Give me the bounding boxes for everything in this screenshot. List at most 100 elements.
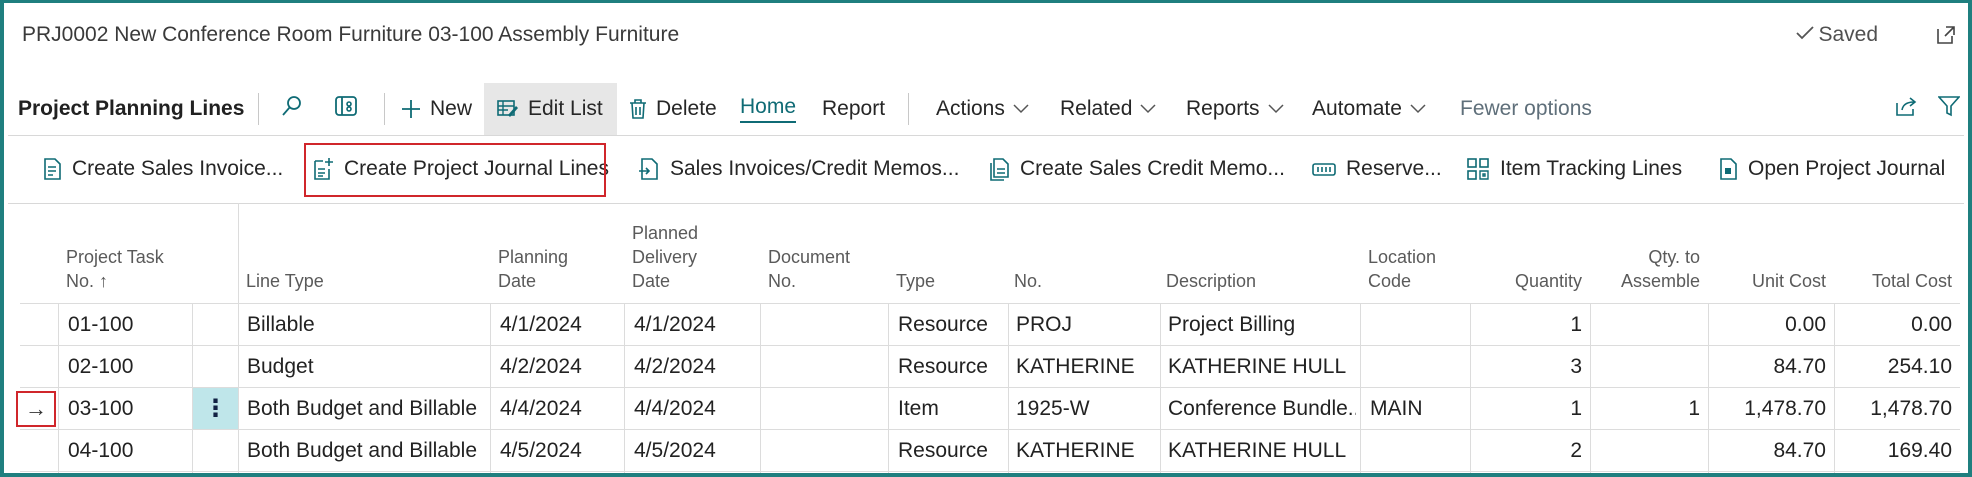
header-type[interactable]: Type: [896, 269, 935, 293]
cell-delivery-date[interactable]: 4/4/2024: [634, 389, 754, 429]
fewer-options-button[interactable]: Fewer options: [1460, 87, 1592, 131]
row-menu-button[interactable]: ⋮: [193, 388, 238, 429]
cell-type[interactable]: Resource: [898, 347, 1004, 387]
cell-quantity[interactable]: 1: [1472, 389, 1582, 429]
cell-task[interactable]: 03-100: [68, 389, 188, 429]
header-location-code[interactable]: Location Code: [1368, 245, 1436, 293]
cell-unit-cost[interactable]: 84.70: [1710, 347, 1826, 387]
cell-no[interactable]: 1925-W: [1016, 389, 1156, 429]
cell-line-type[interactable]: Both Budget and Billable: [247, 431, 487, 471]
cell-task[interactable]: 02-100: [68, 347, 188, 387]
filter-pane-button[interactable]: [334, 87, 358, 131]
row-sep: [20, 429, 1960, 430]
edit-list-button[interactable]: Edit List: [484, 83, 617, 135]
cell-qty-assemble[interactable]: [1592, 305, 1700, 345]
header-planning-date[interactable]: Planning Date: [498, 245, 568, 293]
cell-location[interactable]: [1370, 347, 1466, 387]
automate-menu[interactable]: Automate: [1312, 87, 1426, 131]
item-tracking-lines-button[interactable]: Item Tracking Lines: [1466, 149, 1682, 189]
cell-document-no[interactable]: [770, 305, 882, 345]
actions-menu[interactable]: Actions: [936, 87, 1029, 131]
filter-button[interactable]: [1937, 87, 1961, 131]
reports-label: Reports: [1186, 97, 1260, 120]
delete-button[interactable]: Delete: [628, 87, 717, 131]
cell-description[interactable]: Conference Bundle...: [1168, 389, 1356, 429]
cell-planning-date[interactable]: 4/5/2024: [500, 431, 620, 471]
cell-document-no[interactable]: [770, 431, 882, 471]
reserve-button[interactable]: Reserve...: [1312, 149, 1442, 189]
search-button[interactable]: [280, 87, 304, 131]
title-bar: PRJ0002 New Conference Room Furniture 03…: [18, 21, 1958, 51]
cell-unit-cost[interactable]: 84.70: [1710, 431, 1826, 471]
cell-task[interactable]: 04-100: [68, 431, 188, 471]
header-line-type[interactable]: Line Type: [246, 269, 324, 293]
cell-no[interactable]: KATHERINE: [1016, 431, 1156, 471]
new-button[interactable]: New: [400, 87, 472, 131]
tab-home[interactable]: Home: [740, 87, 797, 131]
cell-description[interactable]: KATHERINE HULL: [1168, 431, 1356, 471]
cell-total-cost[interactable]: 254.10: [1836, 347, 1952, 387]
cell-location[interactable]: MAIN: [1370, 389, 1466, 429]
related-menu[interactable]: Related: [1060, 87, 1156, 131]
cell-delivery-date[interactable]: 4/5/2024: [634, 431, 754, 471]
new-label: New: [430, 97, 473, 120]
cell-planning-date[interactable]: 4/2/2024: [500, 347, 620, 387]
open-project-journal-button[interactable]: Open Project Journal: [1718, 149, 1945, 189]
cell-line-type[interactable]: Billable: [247, 305, 487, 345]
create-sales-invoice-label: Create Sales Invoice...: [72, 157, 284, 180]
cell-type[interactable]: Resource: [898, 305, 1004, 345]
cell-unit-cost[interactable]: 1,478.70: [1710, 389, 1826, 429]
header-unit-cost[interactable]: Unit Cost: [1708, 269, 1826, 293]
cell-qty-assemble[interactable]: [1592, 431, 1700, 471]
share-button[interactable]: [1894, 87, 1918, 131]
cell-document-no[interactable]: [770, 347, 882, 387]
promoted-actions: Create Sales Invoice... Create Project J…: [18, 143, 1962, 197]
popout-icon[interactable]: [1934, 23, 1958, 47]
planning-lines-table: Project Task No. ↑ Line Type Planning Da…: [16, 203, 1960, 473]
reports-menu[interactable]: Reports: [1186, 87, 1284, 131]
header-no[interactable]: No.: [1014, 269, 1042, 293]
cell-quantity[interactable]: 2: [1472, 431, 1582, 471]
header-document-no[interactable]: Document No.: [768, 245, 850, 293]
cell-no[interactable]: KATHERINE: [1016, 347, 1156, 387]
tab-report[interactable]: Report: [822, 87, 885, 131]
reserve-icon: [1312, 159, 1336, 179]
cell-delivery-date[interactable]: 4/1/2024: [634, 305, 754, 345]
cell-planning-date[interactable]: 4/1/2024: [500, 305, 620, 345]
divider: [8, 135, 1964, 136]
header-line: Planned: [632, 223, 699, 243]
cell-task[interactable]: 01-100: [68, 305, 188, 345]
cell-location[interactable]: [1370, 431, 1466, 471]
cell-quantity[interactable]: 3: [1472, 347, 1582, 387]
cell-line-type[interactable]: Both Budget and Billable: [247, 389, 487, 429]
cell-no[interactable]: PROJ: [1016, 305, 1156, 345]
cell-total-cost[interactable]: 169.40: [1836, 431, 1952, 471]
cell-line-type[interactable]: Budget: [247, 347, 487, 387]
header-description[interactable]: Description: [1166, 269, 1256, 293]
header-qty-to-assemble[interactable]: Qty. to Assemble: [1590, 245, 1700, 293]
cell-location[interactable]: [1370, 305, 1466, 345]
cell-type[interactable]: Item: [898, 389, 1004, 429]
list-title: Project Planning Lines: [18, 97, 245, 120]
header-planned-delivery-date[interactable]: Planned Delivery Date: [632, 221, 698, 293]
cell-quantity[interactable]: 1: [1472, 305, 1582, 345]
cell-type[interactable]: Resource: [898, 431, 1004, 471]
cell-total-cost[interactable]: 1,478.70: [1836, 389, 1952, 429]
cell-qty-assemble[interactable]: [1592, 347, 1700, 387]
cell-description[interactable]: Project Billing: [1168, 305, 1356, 345]
cell-unit-cost[interactable]: 0.00: [1710, 305, 1826, 345]
cell-planning-date[interactable]: 4/4/2024: [500, 389, 620, 429]
cell-qty-assemble[interactable]: 1: [1592, 389, 1700, 429]
cell-total-cost[interactable]: 0.00: [1836, 305, 1952, 345]
create-sales-invoice-button[interactable]: Create Sales Invoice...: [42, 149, 283, 189]
cell-delivery-date[interactable]: 4/2/2024: [634, 347, 754, 387]
cell-document-no[interactable]: [770, 389, 882, 429]
create-sales-credit-memo-button[interactable]: Create Sales Credit Memo...: [988, 149, 1285, 189]
header-quantity[interactable]: Quantity: [1470, 269, 1582, 293]
header-project-task-no[interactable]: Project Task No. ↑: [66, 245, 164, 293]
cell-description[interactable]: KATHERINE HULL: [1168, 347, 1356, 387]
separator: [384, 93, 385, 125]
sales-invoices-credit-memos-button[interactable]: Sales Invoices/Credit Memos...: [638, 149, 959, 189]
header-total-cost[interactable]: Total Cost: [1834, 269, 1952, 293]
col-sep: [624, 303, 625, 473]
